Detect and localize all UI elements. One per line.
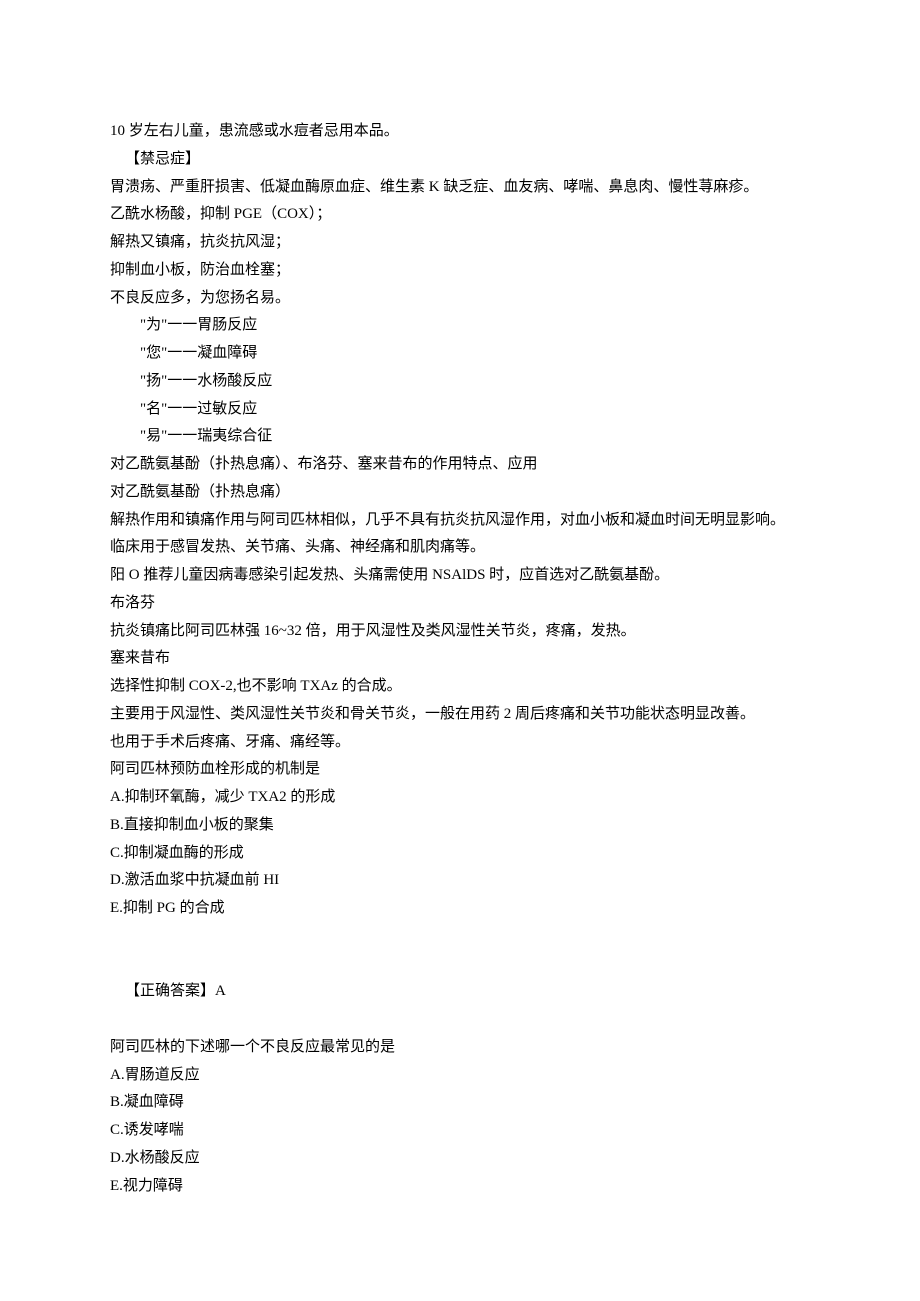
text-line: "易"一一瑞夷综合征 xyxy=(110,423,810,451)
text-line: 塞来昔布 xyxy=(110,645,810,673)
text-line: C.诱发哮喘 xyxy=(110,1117,810,1145)
document-page: 10 岁左右儿童，患流感或水痘者忌用本品。【禁忌症】胃溃疡、严重肝损害、低凝血酶… xyxy=(0,0,920,1301)
text-line: D.激活血浆中抗凝血前 HI xyxy=(110,867,810,895)
text-line: "为"一一胃肠反应 xyxy=(110,312,810,340)
text-line: C.抑制凝血酶的形成 xyxy=(110,840,810,868)
text-line: 乙酰水杨酸，抑制 PGE（COX）； xyxy=(110,201,810,229)
text-line: 解热又镇痛，抗炎抗风湿； xyxy=(110,229,810,257)
blank-line xyxy=(110,1006,810,1034)
text-line: "扬"一一水杨酸反应 xyxy=(110,368,810,396)
text-line: D.水杨酸反应 xyxy=(110,1145,810,1173)
text-line: 布洛芬 xyxy=(110,590,810,618)
text-line: B.凝血障碍 xyxy=(110,1089,810,1117)
text-line: 对乙酰氨基酚（扑热息痛）、布洛芬、塞来昔布的作用特点、应用 xyxy=(110,451,810,479)
text-line: E.抑制 PG 的合成 xyxy=(110,895,810,923)
text-line: 主要用于风湿性、类风湿性关节炎和骨关节炎，一般在用药 2 周后疼痛和关节功能状态… xyxy=(110,701,810,729)
text-line: 解热作用和镇痛作用与阿司匹林相似，几乎不具有抗炎抗风湿作用，对血小板和凝血时间无… xyxy=(110,507,810,535)
text-line: 抑制血小板，防治血栓塞； xyxy=(110,257,810,285)
blank-line xyxy=(110,951,810,979)
text-line: A.抑制环氧酶，减少 TXA2 的形成 xyxy=(110,784,810,812)
text-line: 选择性抑制 COX-2,也不影响 TXAz 的合成。 xyxy=(110,673,810,701)
document-body: 10 岁左右儿童，患流感或水痘者忌用本品。【禁忌症】胃溃疡、严重肝损害、低凝血酶… xyxy=(110,118,810,1200)
text-line: A.胃肠道反应 xyxy=(110,1062,810,1090)
text-line: 【禁忌症】 xyxy=(110,146,810,174)
text-line: 不良反应多，为您扬名易。 xyxy=(110,285,810,313)
text-line: "您"一一凝血障碍 xyxy=(110,340,810,368)
text-line: 阳 O 推荐儿童因病毒感染引起发热、头痛需使用 NSAlDS 时，应首选对乙酰氨… xyxy=(110,562,810,590)
text-line: "名"一一过敏反应 xyxy=(110,396,810,424)
text-line: 阿司匹林预防血栓形成的机制是 xyxy=(110,756,810,784)
blank-line xyxy=(110,923,810,951)
text-line: 阿司匹林的下述哪一个不良反应最常见的是 xyxy=(110,1034,810,1062)
text-line: E.视力障碍 xyxy=(110,1173,810,1201)
text-line: 【正确答案】A xyxy=(110,978,810,1006)
text-line: 10 岁左右儿童，患流感或水痘者忌用本品。 xyxy=(110,118,810,146)
text-line: 胃溃疡、严重肝损害、低凝血酶原血症、维生素 K 缺乏症、血友病、哮喘、鼻息肉、慢… xyxy=(110,174,810,202)
text-line: B.直接抑制血小板的聚集 xyxy=(110,812,810,840)
text-line: 对乙酰氨基酚（扑热息痛） xyxy=(110,479,810,507)
text-line: 抗炎镇痛比阿司匹林强 16~32 倍，用于风湿性及类风湿性关节炎，疼痛，发热。 xyxy=(110,618,810,646)
text-line: 也用于手术后疼痛、牙痛、痛经等。 xyxy=(110,729,810,757)
text-line: 临床用于感冒发热、关节痛、头痛、神经痛和肌肉痛等。 xyxy=(110,534,810,562)
